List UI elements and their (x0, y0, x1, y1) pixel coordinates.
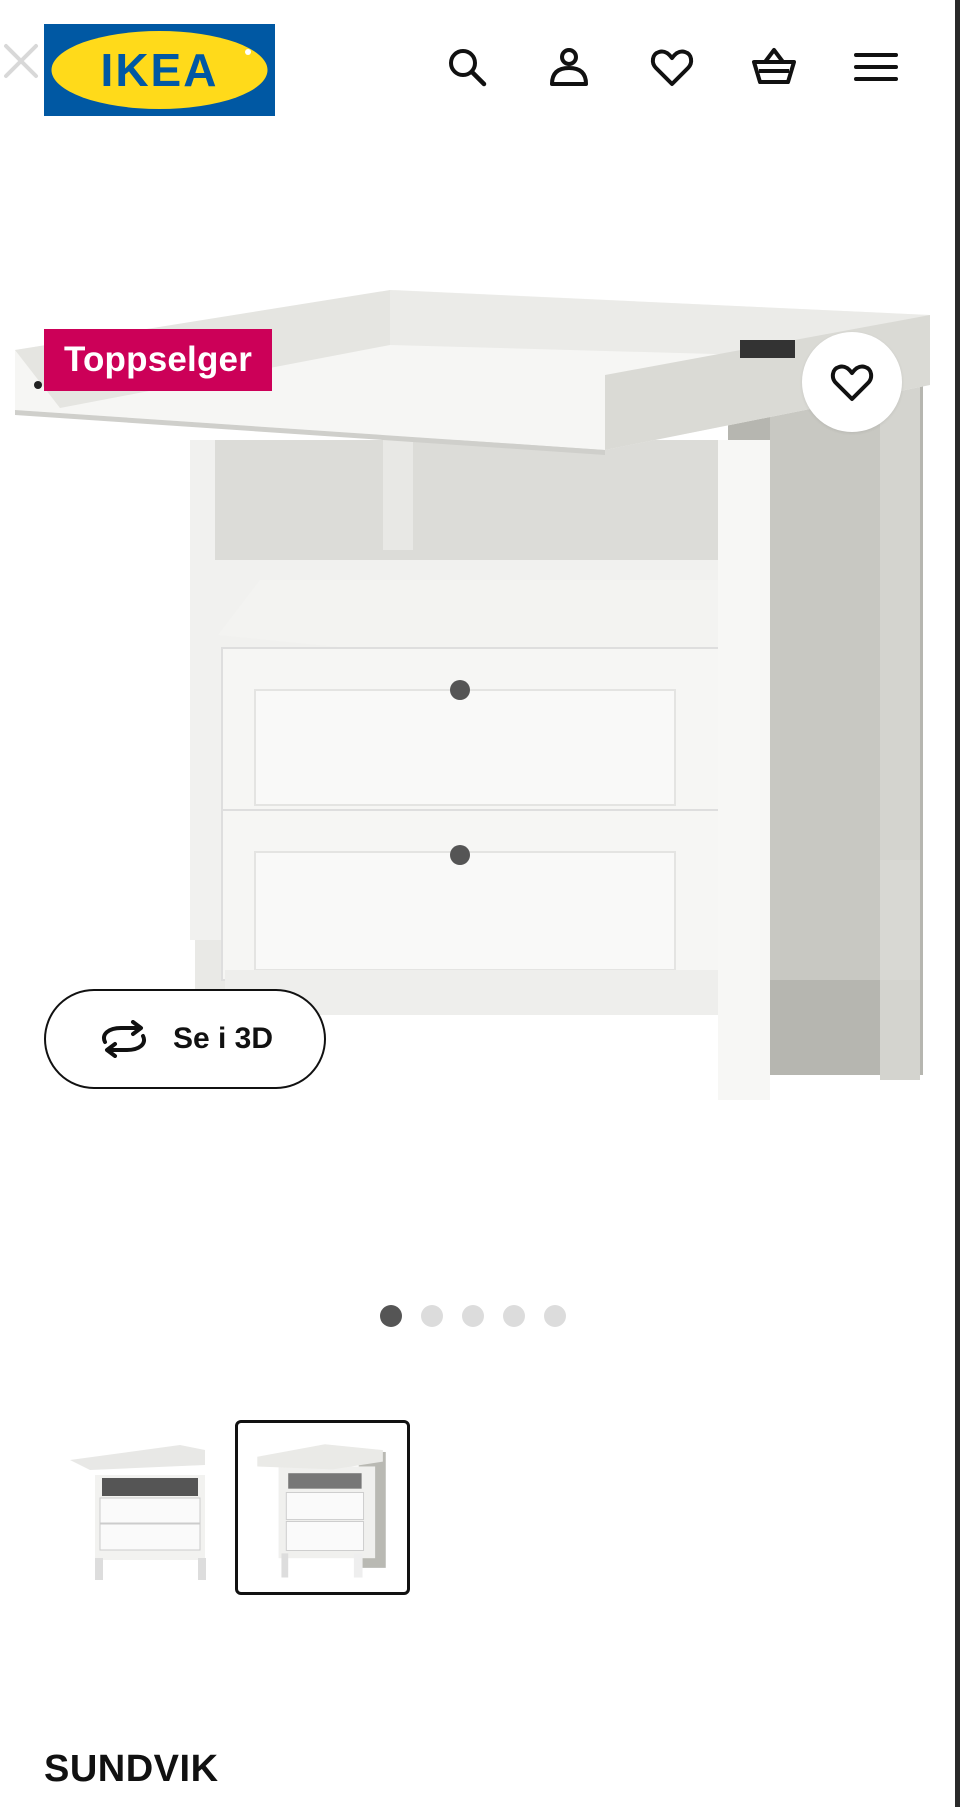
heart-icon[interactable] (649, 44, 695, 90)
menu-icon[interactable] (853, 44, 899, 90)
rotate-3d-icon (102, 1020, 146, 1058)
account-icon[interactable] (546, 44, 592, 90)
thumbnail-2[interactable] (235, 1420, 410, 1595)
add-to-favorites-button[interactable] (802, 332, 902, 432)
image-carousel-dots (380, 1305, 566, 1329)
logo-text: IKEA (101, 44, 219, 96)
carousel-dot-5[interactable] (544, 1305, 566, 1327)
right-edge-shadow (955, 0, 960, 1807)
carousel-dot-3[interactable] (462, 1305, 484, 1327)
search-icon[interactable] (444, 44, 490, 90)
product-name: SUNDVIK (44, 1748, 219, 1790)
ikea-logo[interactable]: IKEA (44, 24, 275, 116)
basket-icon[interactable] (751, 44, 797, 90)
view-in-3d-label: Se i 3D (172, 1022, 274, 1055)
thumbnail-1[interactable] (60, 1420, 235, 1595)
heart-icon (830, 364, 874, 401)
carousel-dot-4[interactable] (503, 1305, 525, 1327)
top-seller-badge: Toppselger (44, 329, 273, 391)
carousel-dot-2[interactable] (421, 1305, 443, 1327)
product-image[interactable] (0, 290, 955, 1250)
carousel-dot-1[interactable] (380, 1305, 402, 1327)
view-in-3d-button[interactable]: Se i 3D (44, 989, 326, 1089)
close-icon[interactable] (0, 40, 42, 82)
